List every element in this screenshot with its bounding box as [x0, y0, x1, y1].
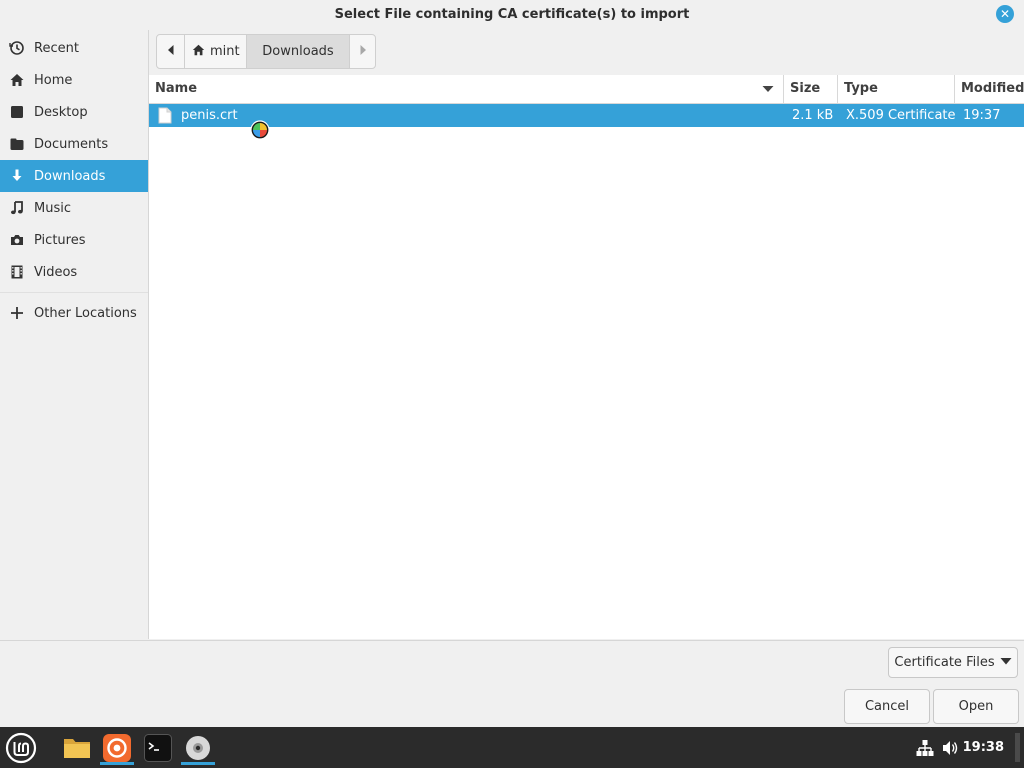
chevron-down-icon: [1000, 655, 1012, 670]
taskbar: 19:38: [0, 727, 1024, 768]
column-name-label: Name: [155, 81, 198, 96]
chevron-right-icon: [358, 44, 368, 60]
terminal-app-button[interactable]: [141, 731, 175, 765]
plus-icon: [0, 305, 34, 321]
mint-logo-icon: [5, 732, 37, 764]
terminal-icon: [144, 734, 172, 762]
busy-cursor-icon: [250, 120, 270, 140]
file-type-filter-select[interactable]: Certificate Files: [888, 647, 1018, 678]
mint-menu-button[interactable]: [4, 731, 38, 765]
cancel-label: Cancel: [864, 699, 910, 714]
dialog-titlebar: Select File containing CA certificate(s)…: [0, 0, 1024, 30]
sidebar-item-videos[interactable]: Videos: [0, 256, 148, 288]
column-size[interactable]: Size: [790, 75, 820, 103]
sidebar-item-label: Pictures: [34, 232, 86, 248]
download-arrow-icon: [0, 168, 34, 184]
disc-icon: [186, 736, 210, 760]
music-note-icon: [0, 200, 34, 216]
column-type-label: Type: [844, 81, 878, 96]
active-indicator: [181, 762, 215, 765]
network-icon[interactable]: [916, 739, 934, 761]
documents-icon: [0, 136, 34, 152]
sidebar-item-other-locations[interactable]: Other Locations: [0, 297, 148, 329]
sidebar-item-label: Home: [34, 72, 73, 88]
sidebar-item-documents[interactable]: Documents: [0, 128, 148, 160]
file-name: penis.crt: [181, 108, 238, 123]
sidebar-item-desktop[interactable]: Desktop: [0, 96, 148, 128]
column-separator[interactable]: [954, 75, 955, 103]
file-list[interactable]: Name Size Type Modified penis.crt 2.1 kB…: [149, 75, 1024, 639]
firefox-app-button[interactable]: [100, 731, 134, 765]
column-modified-label: Modified: [961, 81, 1024, 96]
column-separator[interactable]: [837, 75, 838, 103]
show-desktop-button[interactable]: [1015, 733, 1020, 762]
file-size: 2.1 kB: [792, 108, 834, 123]
chevron-left-icon: [166, 44, 176, 60]
sidebar-item-pictures[interactable]: Pictures: [0, 224, 148, 256]
open-button[interactable]: Open: [933, 689, 1019, 724]
firefox-icon: [103, 734, 131, 762]
file-row[interactable]: penis.crt 2.1 kB X.509 Certificate 19:37: [149, 104, 1024, 127]
column-size-label: Size: [790, 81, 821, 96]
path-back-button[interactable]: [157, 35, 185, 68]
sidebar-item-label: Music: [34, 200, 71, 216]
film-icon: [0, 264, 34, 280]
path-home-label: mint: [210, 44, 240, 59]
sidebar-item-label: Videos: [34, 264, 78, 280]
clock[interactable]: 19:38: [963, 727, 1004, 768]
filter-label: Certificate Files: [894, 655, 995, 670]
home-icon: [0, 72, 34, 88]
home-icon: [191, 43, 206, 61]
sidebar-item-label: Desktop: [34, 104, 88, 120]
dialog-title: Select File containing CA certificate(s)…: [334, 7, 690, 22]
sidebar-divider: [0, 292, 148, 293]
path-forward-button[interactable]: [350, 35, 375, 68]
path-home-button[interactable]: mint: [185, 35, 247, 68]
sidebar-item-music[interactable]: Music: [0, 192, 148, 224]
sidebar-item-home[interactable]: Home: [0, 64, 148, 96]
file-modified: 19:37: [963, 108, 1001, 123]
path-current-label: Downloads: [262, 44, 334, 59]
sidebar-item-label: Downloads: [34, 168, 106, 184]
desktop-icon: [0, 104, 34, 120]
column-modified[interactable]: Modified: [961, 75, 1024, 103]
sidebar-item-recent[interactable]: Recent: [0, 32, 148, 64]
column-type[interactable]: Type: [844, 75, 878, 103]
file-type: X.509 Certificate: [846, 108, 956, 123]
sort-indicator-icon[interactable]: [762, 75, 774, 103]
close-button[interactable]: ✕: [996, 5, 1014, 23]
folder-icon: [64, 739, 90, 758]
column-separator[interactable]: [783, 75, 784, 103]
column-name[interactable]: Name: [155, 75, 197, 103]
column-header: Name Size Type Modified: [149, 75, 1024, 104]
clock-icon: [0, 40, 34, 56]
disc-app-button[interactable]: [181, 731, 215, 765]
volume-icon[interactable]: [942, 739, 960, 761]
files-app-button[interactable]: [60, 731, 94, 765]
sidebar-item-label: Documents: [34, 136, 109, 152]
camera-icon: [0, 232, 34, 248]
dialog-footer: Certificate Files Cancel Open: [0, 640, 1024, 728]
path-bar: mint Downloads: [156, 34, 376, 69]
sidebar-item-label: Recent: [34, 40, 79, 56]
active-indicator: [100, 762, 134, 765]
cancel-button[interactable]: Cancel: [844, 689, 930, 724]
file-icon: [158, 107, 172, 124]
close-icon: ✕: [999, 7, 1011, 21]
open-label: Open: [958, 699, 994, 714]
sidebar-item-downloads[interactable]: Downloads: [0, 160, 148, 192]
path-current-button[interactable]: Downloads: [247, 35, 350, 68]
sidebar-item-label: Other Locations: [34, 305, 137, 321]
places-sidebar: Recent Home Desktop Documents Downloads …: [0, 30, 149, 639]
